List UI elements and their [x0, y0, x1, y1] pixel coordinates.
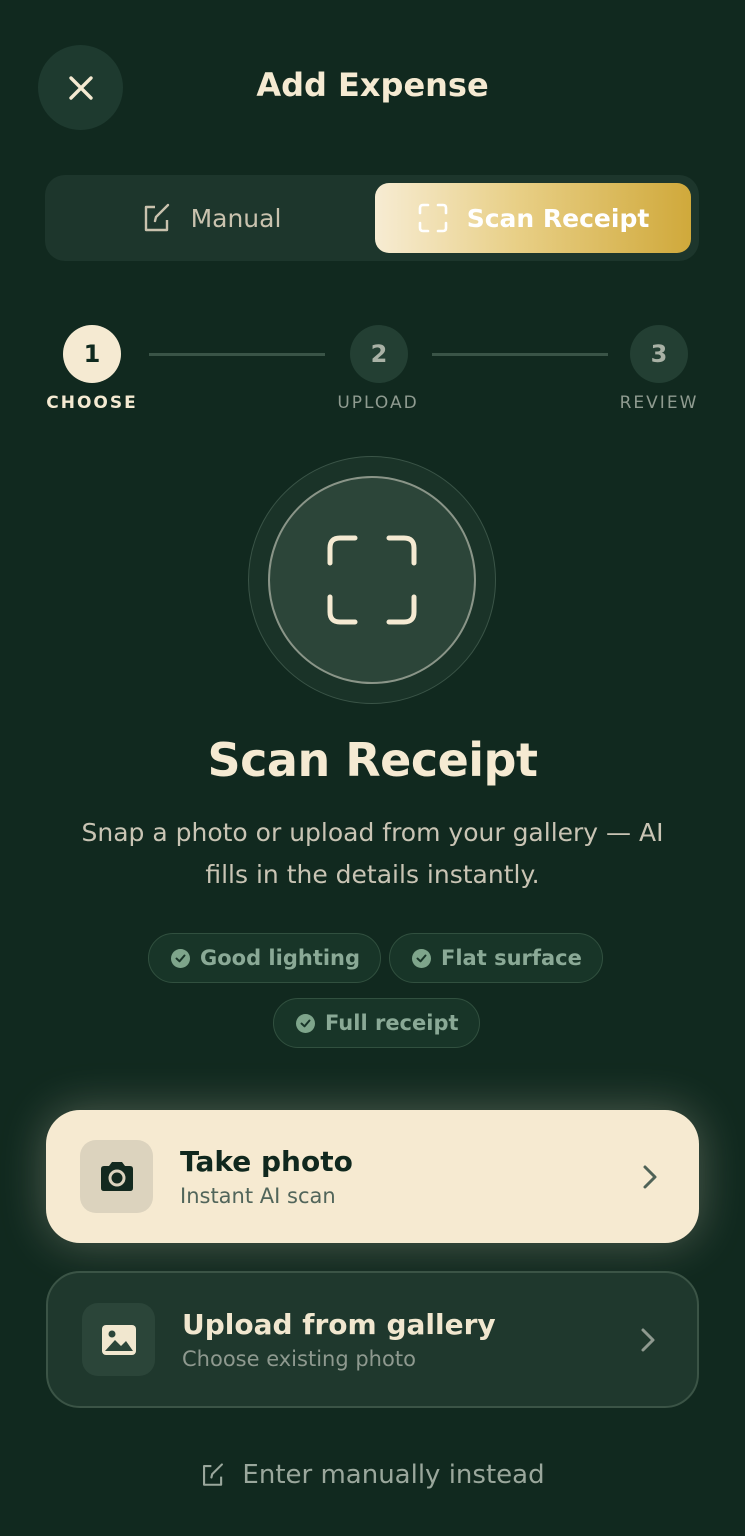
- check-circle-icon: [296, 1013, 315, 1033]
- tip-label: Good lighting: [200, 946, 361, 970]
- tip-chip: Full receipt: [273, 998, 480, 1048]
- enter-manually-link[interactable]: Enter manually instead: [0, 1460, 745, 1490]
- step-2-circle: 2: [350, 325, 408, 383]
- chevron-right-icon: [643, 1165, 657, 1188]
- card-icon-container: [82, 1303, 155, 1376]
- tab-manual-label: Manual: [190, 203, 282, 233]
- hero-circle: [268, 476, 476, 684]
- card-title: Take photo: [180, 1144, 353, 1178]
- check-circle-icon: [171, 948, 190, 968]
- step-connector: [432, 353, 608, 356]
- card-icon-container: [80, 1140, 153, 1213]
- take-photo-button[interactable]: Take photo Instant AI scan: [46, 1110, 699, 1243]
- scan-frame-icon: [327, 535, 417, 625]
- step-connector: [149, 353, 325, 356]
- card-title: Upload from gallery: [182, 1307, 496, 1341]
- step-1-label: CHOOSE: [46, 393, 138, 413]
- tip-chip: Good lighting: [148, 933, 382, 983]
- chevron-right-icon: [641, 1328, 655, 1351]
- step-1-number: 1: [83, 340, 101, 368]
- step-2-label: UPLOAD: [337, 393, 419, 413]
- hero-description: Snap a photo or upload from your gallery…: [81, 818, 664, 889]
- card-subtitle: Instant AI scan: [180, 1183, 336, 1208]
- camera-icon: [100, 1161, 133, 1191]
- enter-manually-label: Enter manually instead: [242, 1460, 545, 1490]
- card-text: Upload from gallery Choose existing phot…: [182, 1306, 639, 1374]
- upload-gallery-button[interactable]: Upload from gallery Choose existing phot…: [46, 1271, 699, 1408]
- scan-frame-icon: [418, 203, 448, 233]
- card-subtitle: Choose existing photo: [182, 1346, 416, 1371]
- tab-manual[interactable]: Manual: [53, 183, 369, 253]
- tab-scan-label: Scan Receipt: [466, 203, 650, 233]
- card-text: Take photo Instant AI scan: [180, 1143, 641, 1211]
- page-title: Add Expense: [256, 66, 489, 104]
- tip-label: Full receipt: [325, 1011, 459, 1035]
- step-3-number: 3: [650, 340, 668, 368]
- step-3-circle: 3: [630, 325, 688, 383]
- step-2-number: 2: [370, 340, 388, 368]
- check-circle-icon: [412, 948, 431, 968]
- edit-icon: [203, 1463, 224, 1486]
- step-3-label: REVIEW: [619, 393, 699, 413]
- progress-stepper: 1 CHOOSE 2 UPLOAD 3 REVIEW: [0, 325, 745, 425]
- tip-label: Flat surface: [441, 946, 582, 970]
- mode-switcher: Manual Scan Receipt: [45, 175, 699, 261]
- step-1-circle: 1: [63, 325, 121, 383]
- hero-title: Scan Receipt: [207, 733, 538, 787]
- edit-icon: [144, 203, 169, 232]
- tip-chip: Flat surface: [389, 933, 603, 983]
- image-icon: [101, 1324, 136, 1355]
- tab-scan-receipt[interactable]: Scan Receipt: [375, 183, 691, 253]
